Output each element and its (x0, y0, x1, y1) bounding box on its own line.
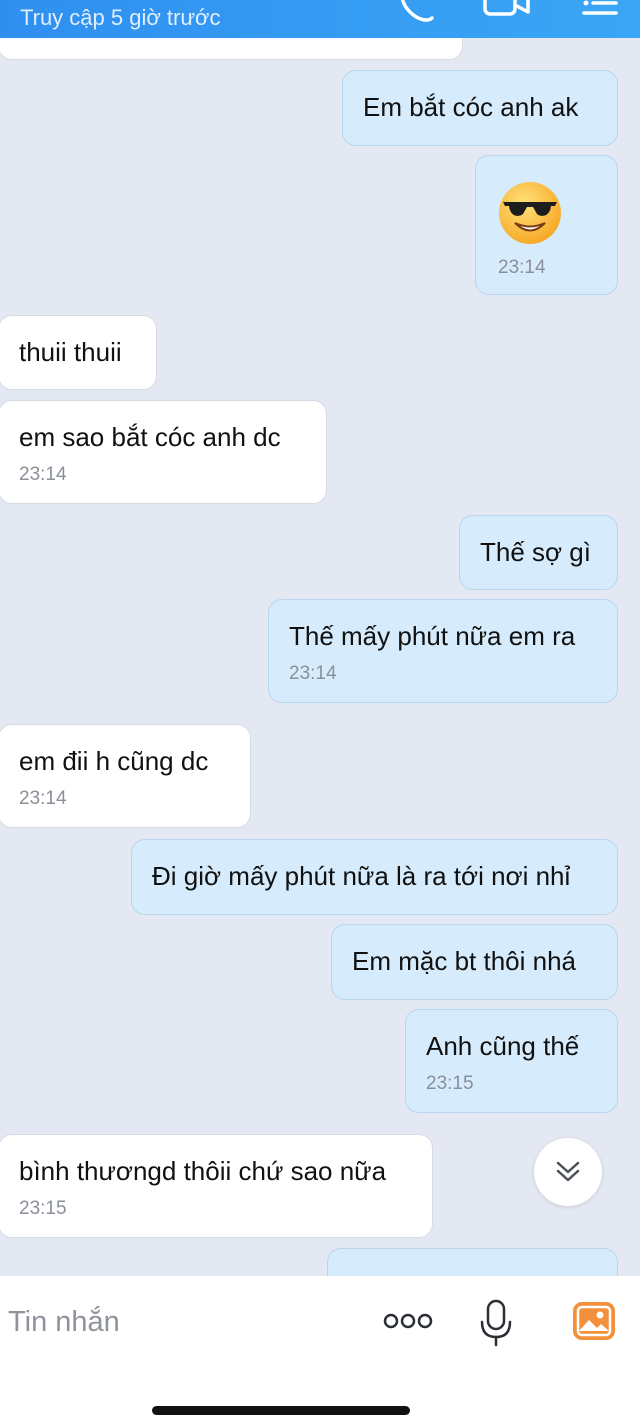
scroll-to-bottom-button[interactable] (534, 1138, 602, 1206)
message-time: 23:14 (289, 663, 337, 684)
message-bubble-incoming[interactable]: em đii h cũng dc 23:14 (0, 724, 251, 828)
more-options-icon[interactable] (383, 1312, 433, 1330)
home-indicator (152, 1406, 410, 1415)
message-bubble-incoming[interactable]: bình thươngd thôii chứ sao nữa 23:15 (0, 1134, 433, 1238)
message-bubble-outgoing[interactable]: Em bắt cóc anh ak (342, 70, 618, 146)
video-call-icon[interactable] (482, 0, 532, 26)
message-bubble-outgoing[interactable]: Đi giờ mấy phút nữa là ra tới nơi nhỉ (131, 839, 618, 915)
message-composer: Tin nhắn (0, 1276, 640, 1428)
gallery-icon[interactable] (571, 1300, 617, 1342)
message-bubble-incoming[interactable]: em sao bắt cóc anh dc 23:14 (0, 400, 327, 504)
message-bubble-outgoing[interactable]: Thế sợ gì (459, 515, 618, 590)
message-text: Thế sợ gì (480, 537, 591, 567)
last-seen-status: Truy cập 5 giờ trước (20, 5, 221, 30)
message-bubble-outgoing[interactable]: Thế mấy phút nữa em ra 23:14 (268, 599, 618, 703)
message-text: Thế mấy phút nữa em ra (289, 621, 576, 651)
message-bubble-outgoing[interactable]: Anh cũng thế 23:15 (405, 1009, 618, 1113)
chat-header: Truy cập 5 giờ trước (0, 0, 640, 38)
message-text: Em mặc bt thôi nhá (352, 946, 576, 976)
message-time: 23:14 (498, 257, 546, 278)
message-text: Anh cũng thế (426, 1031, 580, 1061)
microphone-icon[interactable] (478, 1298, 514, 1348)
message-time: 23:15 (426, 1073, 474, 1094)
message-bubble-outgoing[interactable] (327, 1248, 618, 1276)
message-bubble-outgoing[interactable]: 23:14 (475, 155, 618, 295)
message-text: em đii h cũng dc (19, 746, 209, 776)
message-time: 23:14 (19, 464, 67, 485)
message-bubble-incoming[interactable]: thuii thuii (0, 315, 157, 390)
double-chevron-down-icon (556, 1161, 580, 1182)
message-bubble-incoming[interactable] (0, 38, 463, 60)
message-time: 23:14 (19, 788, 67, 809)
message-text: em sao bắt cóc anh dc (19, 422, 281, 452)
message-list[interactable]: Em bắt cóc anh ak 23:14 thuii thuii em s… (0, 38, 640, 1276)
message-text: thuii thuii (19, 337, 122, 367)
message-input[interactable]: Tin nhắn (8, 1306, 120, 1339)
sunglasses-emoji (499, 182, 561, 244)
phone-icon[interactable] (396, 0, 436, 26)
message-text: bình thươngd thôii chứ sao nữa (19, 1156, 387, 1186)
message-bubble-outgoing[interactable]: Em mặc bt thôi nhá (331, 924, 618, 1000)
message-text: Em bắt cóc anh ak (363, 92, 579, 122)
menu-icon[interactable] (580, 0, 620, 26)
message-text: Đi giờ mấy phút nữa là ra tới nơi nhỉ (152, 861, 571, 891)
message-time: 23:15 (19, 1198, 67, 1219)
